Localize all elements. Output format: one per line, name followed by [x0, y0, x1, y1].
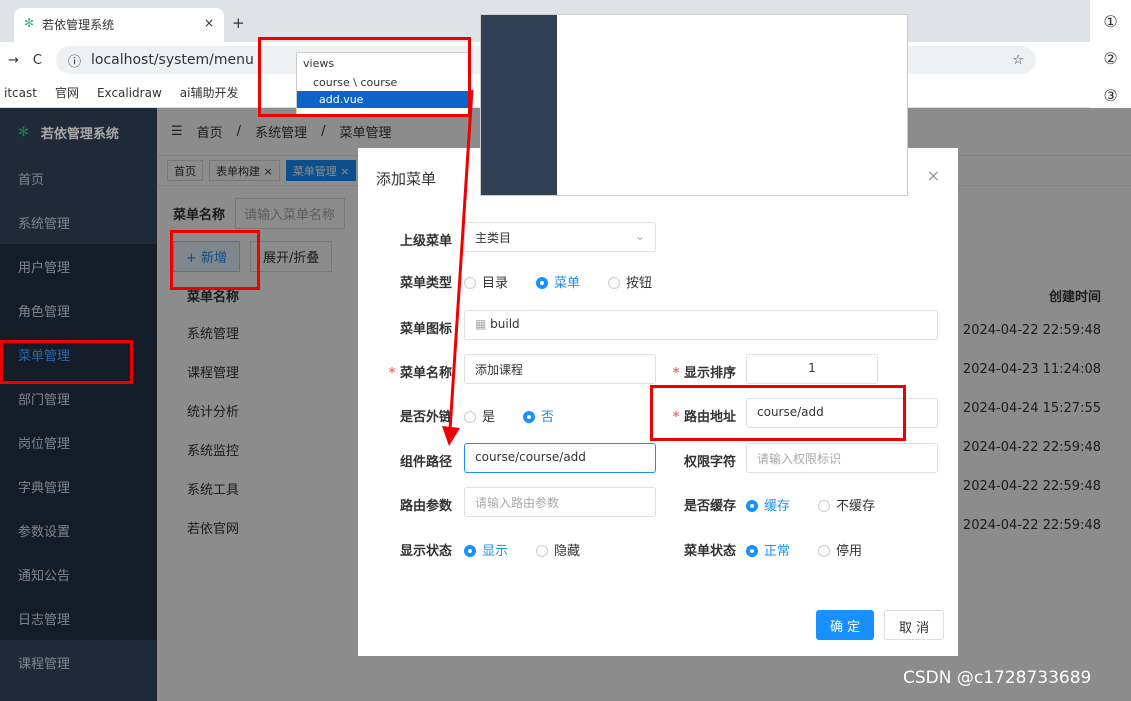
step-3: ③	[1103, 86, 1118, 105]
info-icon: ⓘ	[67, 54, 81, 70]
highlight-route	[650, 385, 906, 441]
radio-label: 是	[482, 410, 496, 425]
component-input[interactable]: course/course/add	[464, 443, 656, 473]
radio-label: 目录	[482, 276, 509, 291]
name-input[interactable]: 添加课程	[464, 354, 656, 384]
cancel-button[interactable]: 取 消	[884, 610, 945, 640]
radio-menu[interactable]: 菜单	[536, 272, 580, 291]
radio-icon	[746, 500, 758, 512]
radio-label: 正常	[764, 544, 791, 559]
cache-label: 是否缓存	[683, 499, 736, 514]
comp-label: 组件路径	[399, 455, 452, 470]
radio-icon	[523, 411, 536, 423]
radio-label: 菜单	[554, 276, 581, 291]
radio-normal[interactable]: 正常	[746, 540, 790, 559]
type-radio[interactable]: 目录 菜单 按钮	[464, 272, 652, 291]
radio-label: 否	[541, 410, 555, 425]
radio-icon	[818, 545, 831, 557]
status-radio[interactable]: 正常 停用	[746, 540, 862, 559]
dialog-title: 添加菜单	[376, 170, 437, 188]
radio-no[interactable]: 否	[523, 406, 554, 425]
param-input[interactable]: 请输入路由参数	[464, 487, 656, 517]
radio-nocache[interactable]: 不缓存	[818, 495, 875, 514]
radio-show[interactable]: 显示	[464, 540, 508, 559]
bookmark-itcast[interactable]: itcast	[4, 86, 37, 100]
bookmark-excalidraw[interactable]: Excalidraw	[97, 86, 162, 100]
radio-label: 缓存	[764, 499, 791, 514]
red-arrow	[442, 90, 474, 446]
radio-icon	[608, 277, 621, 289]
radio-button[interactable]: 按钮	[608, 272, 652, 291]
radio-label: 不缓存	[836, 499, 876, 514]
tab-title: 若依管理系统	[42, 18, 115, 32]
parent-value: 主类目	[475, 231, 512, 245]
radio-label: 按钮	[626, 276, 653, 291]
radio-label: 显示	[482, 544, 509, 559]
perm-label: 权限字符	[683, 455, 736, 470]
watermark: CSDN @c1728733689	[903, 668, 1092, 688]
browser-tab[interactable]: ✻ 若依管理系统 ×	[14, 8, 224, 42]
confirm-button[interactable]: 确 定	[816, 610, 875, 640]
icon-input[interactable]: ▦ build	[464, 310, 938, 340]
radio-label: 隐藏	[554, 544, 581, 559]
order-label: 显示排序	[683, 366, 736, 381]
radio-stop[interactable]: 停用	[818, 540, 862, 559]
show-radio[interactable]: 显示 隐藏	[464, 540, 580, 559]
parent-select[interactable]: 主类目 ⌄	[464, 222, 656, 252]
radio-hide[interactable]: 隐藏	[536, 540, 580, 559]
leaf-icon: ✻	[24, 16, 35, 30]
close-icon[interactable]: ×	[927, 166, 940, 185]
radio-label: 停用	[836, 544, 863, 559]
close-icon[interactable]: ×	[204, 16, 214, 34]
param-label: 路由参数	[399, 499, 452, 514]
bookmark-official[interactable]: 官网	[55, 84, 79, 101]
cache-radio[interactable]: 缓存 不缓存	[746, 495, 875, 514]
reference-thumbnail	[480, 14, 908, 196]
radio-cache[interactable]: 缓存	[746, 495, 790, 514]
show-label: 显示状态	[399, 544, 452, 559]
chevron-down-icon: ⌄	[634, 229, 645, 243]
status-label: 菜单状态	[683, 544, 736, 559]
bookmark-ai[interactable]: ai辅助开发	[180, 84, 239, 101]
perm-input[interactable]: 请输入权限标识	[746, 443, 938, 473]
highlight-add	[170, 230, 260, 290]
thumb-sidebar	[481, 15, 557, 195]
order-stepper[interactable]: 1	[746, 354, 878, 384]
star-icon[interactable]: ☆	[1012, 53, 1024, 68]
radio-icon	[464, 545, 476, 557]
sidebar-mask	[0, 108, 157, 701]
radio-icon	[536, 545, 549, 557]
reload-icon[interactable]: C	[33, 53, 42, 68]
step-1: ①	[1103, 12, 1118, 31]
radio-icon	[818, 500, 831, 512]
radio-icon	[536, 277, 549, 289]
new-tab-icon[interactable]: +	[232, 14, 245, 32]
url-text: localhost/system/menu	[91, 52, 254, 68]
icon-value: build	[490, 317, 520, 331]
highlight-menu	[0, 340, 133, 384]
step-2: ②	[1103, 49, 1118, 68]
radio-icon	[746, 545, 758, 557]
forward-icon[interactable]: →	[8, 53, 19, 68]
